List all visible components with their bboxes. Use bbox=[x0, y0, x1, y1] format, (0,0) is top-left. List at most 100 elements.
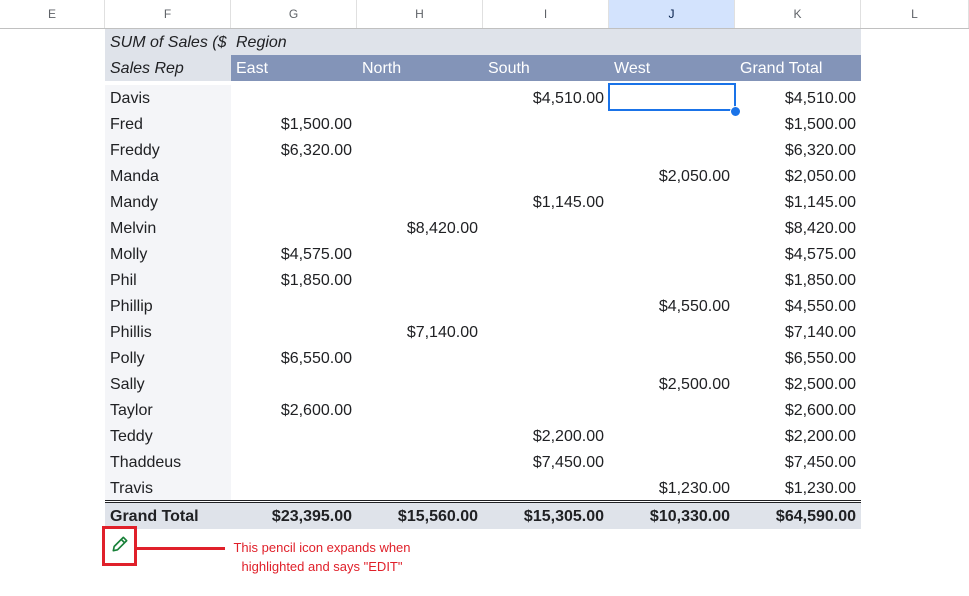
value-cell[interactable] bbox=[231, 423, 357, 449]
value-cell[interactable]: $1,850.00 bbox=[231, 267, 357, 293]
value-cell[interactable] bbox=[609, 345, 735, 371]
value-cell[interactable] bbox=[609, 267, 735, 293]
value-cell[interactable] bbox=[483, 137, 609, 163]
value-cell[interactable]: $4,510.00 bbox=[483, 85, 609, 111]
value-cell[interactable]: $2,050.00 bbox=[609, 163, 735, 189]
value-cell[interactable] bbox=[357, 345, 483, 371]
value-cell[interactable] bbox=[483, 319, 609, 345]
column-header-f[interactable]: F bbox=[105, 0, 231, 28]
value-cell[interactable]: $7,450.00 bbox=[735, 449, 861, 475]
value-cell[interactable] bbox=[231, 293, 357, 319]
value-cell[interactable] bbox=[231, 449, 357, 475]
value-cell[interactable] bbox=[609, 189, 735, 215]
value-cell[interactable]: $2,600.00 bbox=[231, 397, 357, 423]
value-cell[interactable]: $1,230.00 bbox=[735, 475, 861, 501]
sales-rep-cell[interactable]: Thaddeus bbox=[105, 449, 231, 475]
value-cell[interactable] bbox=[609, 111, 735, 137]
value-cell[interactable] bbox=[357, 449, 483, 475]
grand-total-value[interactable]: $64,590.00 bbox=[735, 503, 861, 529]
value-cell[interactable] bbox=[609, 241, 735, 267]
column-header-j[interactable]: J bbox=[609, 0, 735, 28]
value-cell[interactable]: $8,420.00 bbox=[735, 215, 861, 241]
region-header-north[interactable]: North bbox=[357, 55, 483, 81]
value-cell[interactable]: $2,200.00 bbox=[735, 423, 861, 449]
value-cell[interactable] bbox=[609, 423, 735, 449]
sales-rep-cell[interactable]: Teddy bbox=[105, 423, 231, 449]
sales-rep-cell[interactable]: Travis bbox=[105, 475, 231, 501]
value-cell[interactable]: $1,145.00 bbox=[483, 189, 609, 215]
value-cell[interactable] bbox=[483, 241, 609, 267]
column-header-k[interactable]: K bbox=[735, 0, 861, 28]
value-cell[interactable]: $2,500.00 bbox=[735, 371, 861, 397]
value-cell[interactable] bbox=[609, 397, 735, 423]
value-cell[interactable]: $4,550.00 bbox=[735, 293, 861, 319]
column-header-h[interactable]: H bbox=[357, 0, 483, 28]
value-cell[interactable] bbox=[483, 345, 609, 371]
value-cell[interactable]: $1,230.00 bbox=[609, 475, 735, 501]
value-cell[interactable] bbox=[231, 85, 357, 111]
pivot-column-field[interactable]: Region bbox=[231, 29, 861, 55]
value-cell[interactable] bbox=[357, 111, 483, 137]
value-cell[interactable]: $2,500.00 bbox=[609, 371, 735, 397]
row-field-header[interactable]: Sales Rep bbox=[105, 55, 231, 81]
value-cell[interactable]: $1,500.00 bbox=[735, 111, 861, 137]
value-cell[interactable] bbox=[231, 189, 357, 215]
grand-total-value[interactable]: $15,305.00 bbox=[483, 503, 609, 529]
value-cell[interactable] bbox=[357, 85, 483, 111]
value-cell[interactable]: $1,500.00 bbox=[231, 111, 357, 137]
value-cell[interactable]: $6,320.00 bbox=[735, 137, 861, 163]
sales-rep-cell[interactable]: Fred bbox=[105, 111, 231, 137]
sales-rep-cell[interactable]: Polly bbox=[105, 345, 231, 371]
value-cell[interactable] bbox=[609, 319, 735, 345]
column-header-i[interactable]: I bbox=[483, 0, 609, 28]
value-cell[interactable]: $6,550.00 bbox=[231, 345, 357, 371]
value-cell[interactable] bbox=[609, 137, 735, 163]
pivot-edit-button[interactable] bbox=[102, 526, 137, 566]
value-cell[interactable] bbox=[357, 241, 483, 267]
region-header-west[interactable]: West bbox=[609, 55, 735, 81]
value-cell[interactable] bbox=[483, 215, 609, 241]
value-cell[interactable] bbox=[483, 111, 609, 137]
sales-rep-cell[interactable]: Sally bbox=[105, 371, 231, 397]
column-header-e[interactable]: E bbox=[0, 0, 105, 28]
sales-rep-cell[interactable]: Phillis bbox=[105, 319, 231, 345]
value-cell[interactable] bbox=[357, 371, 483, 397]
sales-rep-cell[interactable]: Phillip bbox=[105, 293, 231, 319]
value-cell[interactable] bbox=[357, 267, 483, 293]
sales-rep-cell[interactable]: Mandy bbox=[105, 189, 231, 215]
value-cell[interactable]: $4,575.00 bbox=[735, 241, 861, 267]
value-cell[interactable]: $4,550.00 bbox=[609, 293, 735, 319]
value-cell[interactable] bbox=[609, 215, 735, 241]
value-cell[interactable]: $4,575.00 bbox=[231, 241, 357, 267]
value-cell[interactable]: $4,510.00 bbox=[735, 85, 861, 111]
value-cell[interactable] bbox=[357, 189, 483, 215]
grand-total-value[interactable]: $15,560.00 bbox=[357, 503, 483, 529]
sales-rep-cell[interactable]: Molly bbox=[105, 241, 231, 267]
value-cell[interactable] bbox=[483, 397, 609, 423]
value-cell[interactable]: $6,320.00 bbox=[231, 137, 357, 163]
grand-total-value[interactable]: $23,395.00 bbox=[231, 503, 357, 529]
value-cell[interactable] bbox=[483, 267, 609, 293]
value-cell[interactable] bbox=[483, 475, 609, 501]
value-cell[interactable] bbox=[483, 163, 609, 189]
region-header-east[interactable]: East bbox=[231, 55, 357, 81]
value-cell[interactable] bbox=[483, 293, 609, 319]
pivot-title[interactable]: SUM of Sales ($ bbox=[105, 29, 231, 55]
value-cell[interactable] bbox=[231, 215, 357, 241]
fill-handle[interactable] bbox=[730, 106, 741, 117]
value-cell[interactable] bbox=[231, 475, 357, 501]
value-cell[interactable] bbox=[357, 163, 483, 189]
sales-rep-cell[interactable]: Phil bbox=[105, 267, 231, 293]
column-header-l[interactable]: L bbox=[861, 0, 969, 28]
value-cell[interactable] bbox=[609, 449, 735, 475]
value-cell[interactable] bbox=[357, 397, 483, 423]
value-cell[interactable] bbox=[357, 423, 483, 449]
region-header-grand-total[interactable]: Grand Total bbox=[735, 55, 861, 81]
value-cell[interactable] bbox=[231, 163, 357, 189]
value-cell[interactable] bbox=[231, 371, 357, 397]
value-cell[interactable]: $7,140.00 bbox=[735, 319, 861, 345]
value-cell[interactable] bbox=[357, 293, 483, 319]
column-header-g[interactable]: G bbox=[231, 0, 357, 28]
value-cell[interactable] bbox=[357, 137, 483, 163]
value-cell[interactable]: $1,145.00 bbox=[735, 189, 861, 215]
